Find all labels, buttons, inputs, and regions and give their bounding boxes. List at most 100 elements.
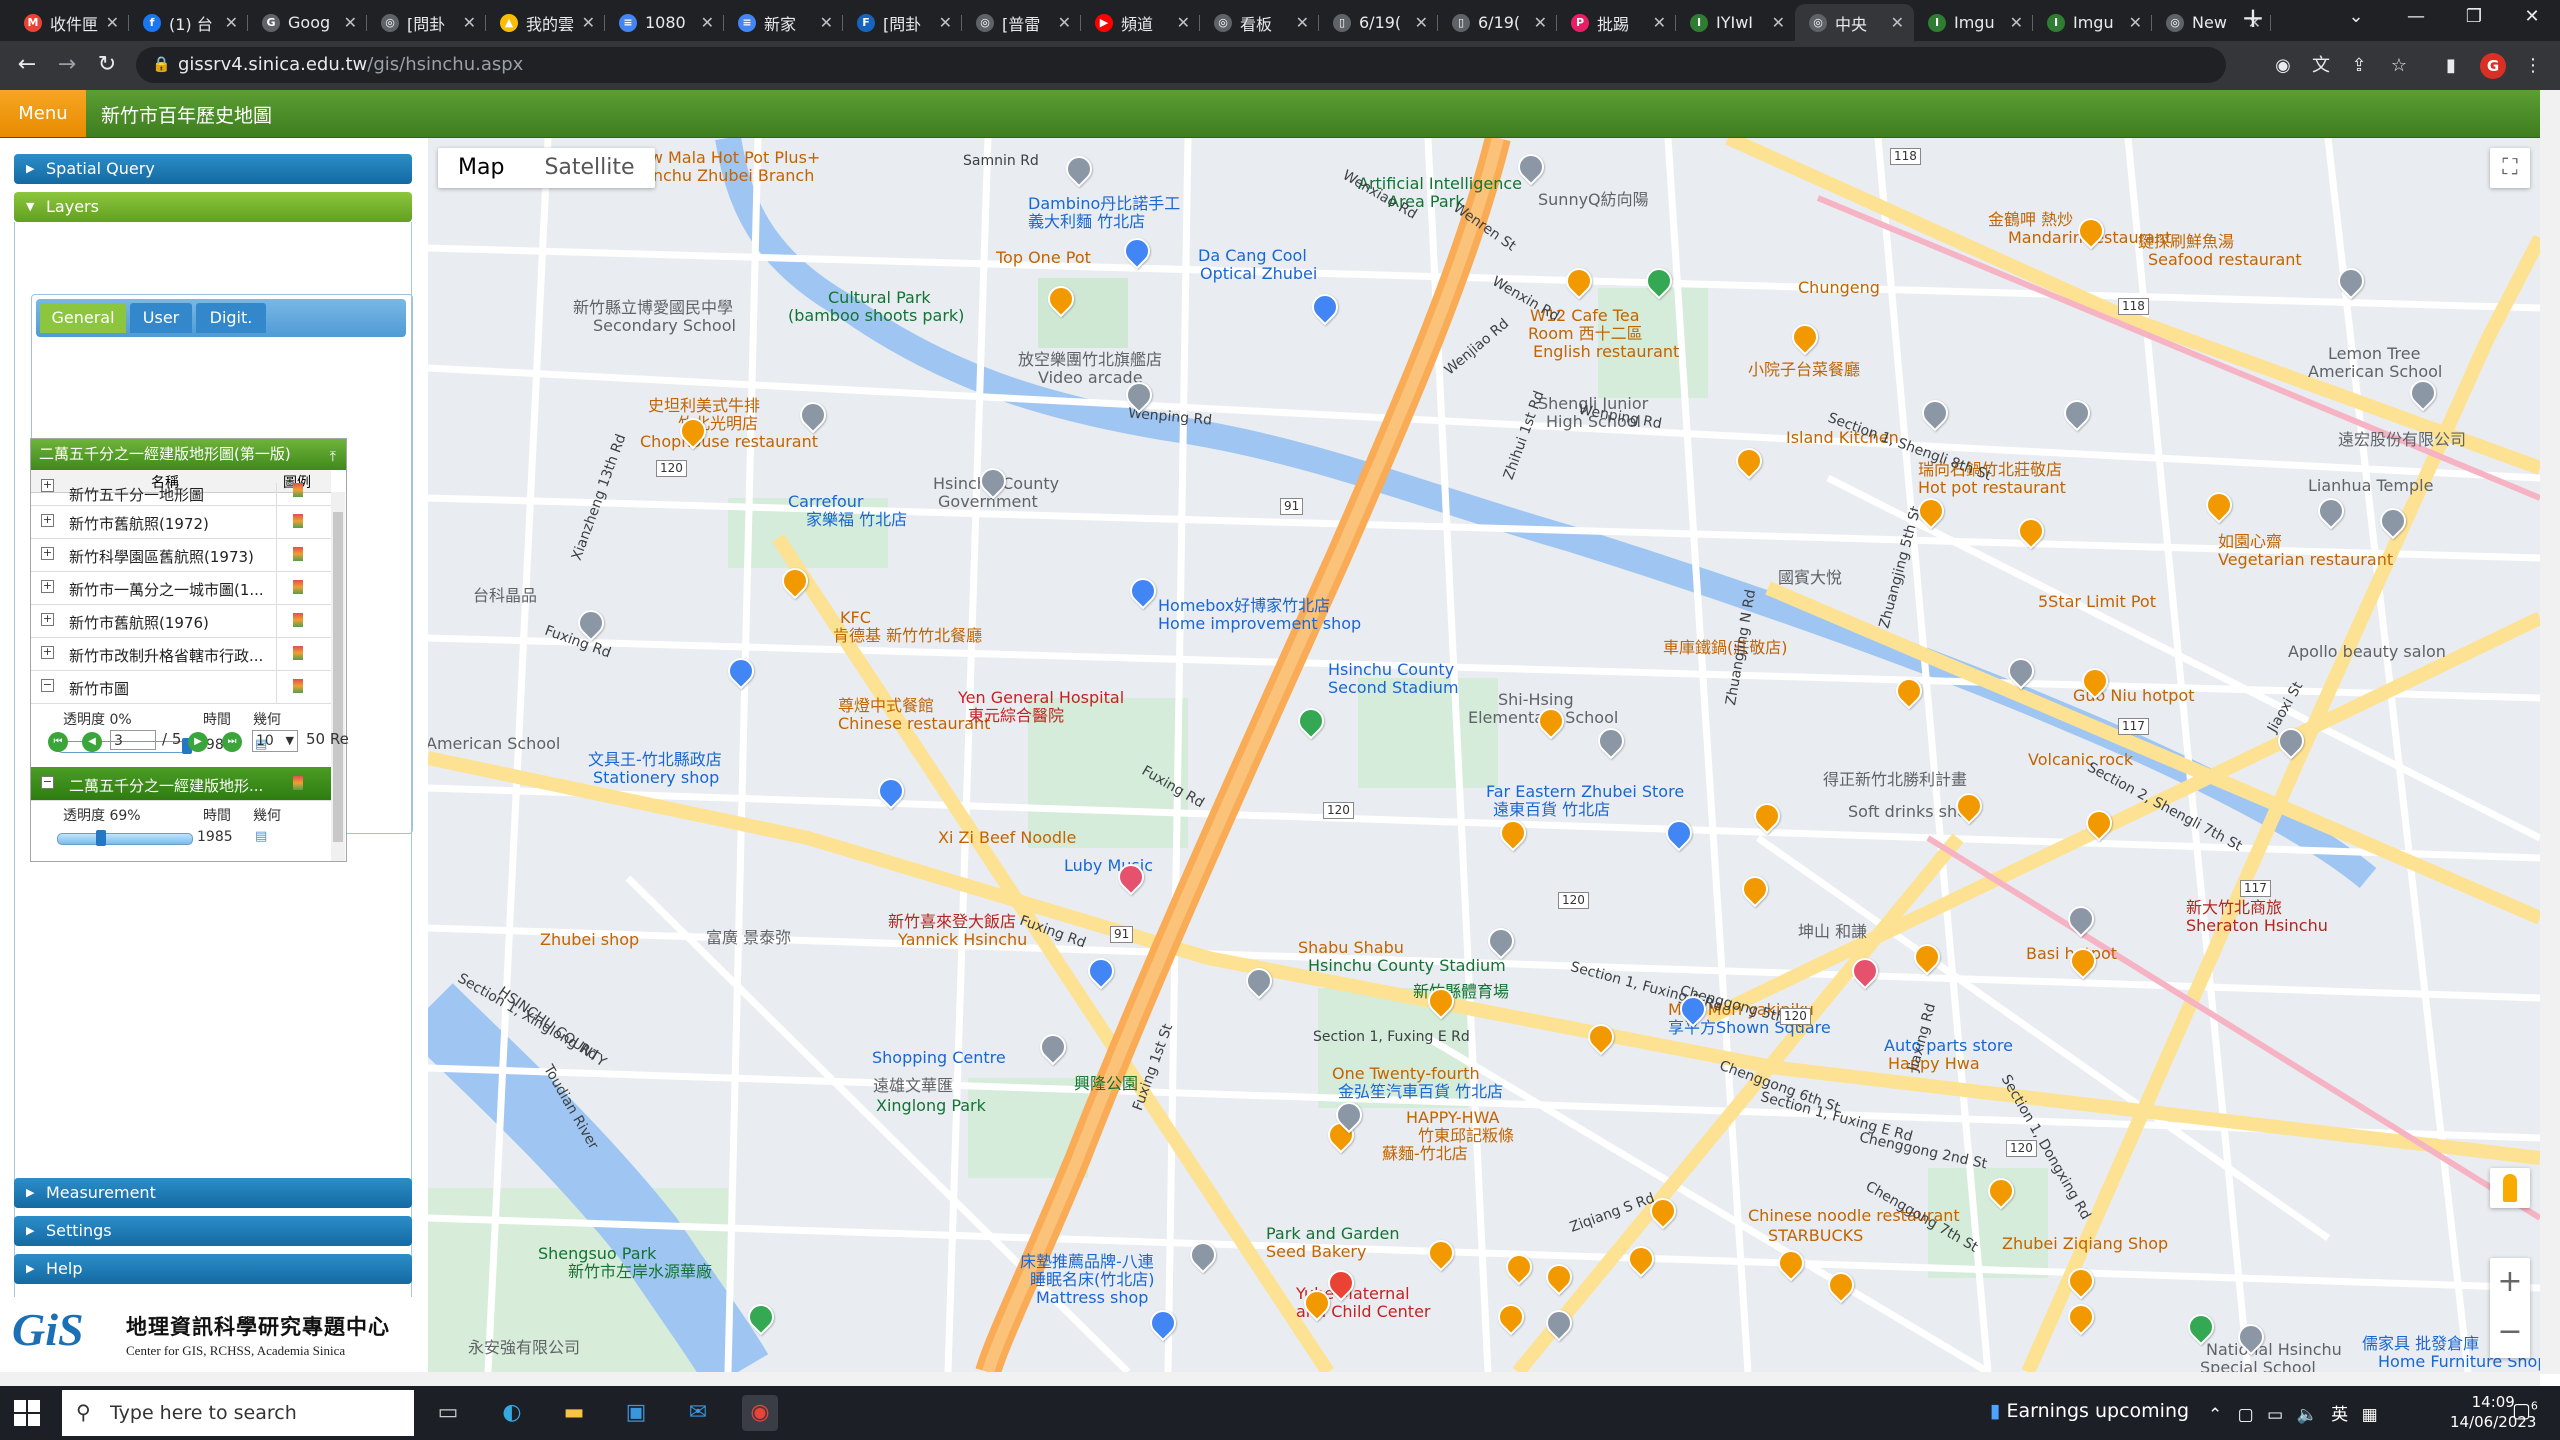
google-lens-icon[interactable]: ◉	[2270, 53, 2296, 79]
map-place-label[interactable]: 尊燈中式餐館	[838, 696, 934, 715]
browser-tab[interactable]: P 批踢 ✕	[1557, 4, 1676, 41]
collapse-row-icon[interactable]: −	[41, 679, 54, 692]
map-place-label[interactable]: 史坦利美式牛排	[648, 396, 760, 415]
browser-tab[interactable]: F [問卦 ✕	[843, 4, 962, 41]
map-place-label[interactable]: 富廣 景泰弥	[706, 928, 791, 947]
close-tab-icon[interactable]: ✕	[463, 13, 476, 32]
map-place-label[interactable]: 車庫鐵鍋(莊敬店)	[1663, 638, 1788, 657]
map-place-label[interactable]: SunnyQ紡向陽	[1538, 190, 1649, 209]
file-explorer-icon[interactable]: ▬	[556, 1395, 592, 1431]
notification-icon[interactable]: ▢6	[2512, 1398, 2538, 1422]
fullscreen-icon[interactable]: ⛶	[2490, 148, 2530, 188]
map-place-label[interactable]: 肯德基 新竹竹北餐廳	[833, 626, 982, 645]
map-place-label[interactable]: Hsinchu County Stadium	[1308, 956, 1506, 975]
map-place-label[interactable]: Chophouse restaurant	[640, 432, 818, 451]
map-canvas[interactable]: New Mala Hot Pot Plus+ Hsinchu Zhubei Bra…	[428, 138, 2540, 1372]
map-place-label[interactable]: 竹東邱記粄條	[1418, 1126, 1514, 1145]
map-place-label[interactable]: 蘇麵-竹北店	[1382, 1144, 1468, 1163]
layer-row[interactable]: − 新竹市圖	[31, 670, 331, 704]
network-icon[interactable]: ▢	[2238, 1405, 2254, 1425]
close-tab-icon[interactable]: ✕	[106, 13, 119, 32]
map-place-label[interactable]: Auto parts store	[1884, 1036, 2013, 1055]
legend-icon[interactable]	[293, 547, 303, 561]
close-tab-icon[interactable]: ✕	[820, 13, 833, 32]
map-place-label[interactable]: Top One Pot	[996, 248, 1091, 267]
map-place-label[interactable]: Cultural Park	[828, 288, 931, 307]
browser-tab[interactable]: f (1) 台 ✕	[129, 4, 248, 41]
expand-icon[interactable]: +	[41, 613, 54, 626]
restore-button[interactable]: ❐	[2454, 6, 2494, 27]
expand-icon[interactable]: +	[41, 646, 54, 659]
layer-row[interactable]: + 新竹市改制升格省轄市行政...	[31, 637, 331, 671]
close-tab-icon[interactable]: ✕	[1058, 13, 1071, 32]
speaker-icon[interactable]: 🔈	[2297, 1405, 2318, 1425]
map-place-label[interactable]: Room 西十二區	[1528, 324, 1643, 343]
map-place-label[interactable]: Shengsuo Park	[538, 1244, 656, 1263]
tab-general[interactable]: General	[40, 303, 126, 333]
map-place-label[interactable]: 台科晶品	[473, 586, 537, 605]
map-place-label[interactable]: Zhubei Ziqiang Shop	[2002, 1234, 2168, 1253]
url-text[interactable]: gissrv4.sinica.edu.tw/gis/hsinchu.aspx	[178, 54, 523, 75]
map-place-label[interactable]: Sheraton Hsinchu	[2186, 916, 2328, 935]
map-place-label[interactable]: 得正新竹北勝利計畫	[1823, 770, 1967, 789]
weather-widget[interactable]: ▮ Earnings upcoming	[1990, 1400, 2189, 1422]
close-tab-icon[interactable]: ✕	[225, 13, 238, 32]
map-place-label[interactable]: Vegetarian restaurant	[2218, 550, 2393, 569]
browser-tab[interactable]: ▲ 我的雲 ✕	[486, 4, 605, 41]
accordion-help[interactable]: ▶ Help	[14, 1254, 412, 1284]
first-page-button[interactable]: ⏮	[48, 732, 68, 752]
keyboard-icon[interactable]: ▦	[2362, 1405, 2378, 1425]
grid-scroll-thumb[interactable]	[333, 512, 343, 842]
map-place-label[interactable]: Park and Garden	[1266, 1224, 1400, 1243]
map-place-label[interactable]: Special School	[2200, 1358, 2316, 1372]
close-tab-icon[interactable]: ✕	[1415, 13, 1428, 32]
map-place-label[interactable]: Happy Hwa	[1888, 1054, 1980, 1073]
map-place-label[interactable]: 國賓大悅	[1778, 568, 1842, 587]
prev-page-button[interactable]: ◀	[82, 732, 102, 752]
map-place-label[interactable]: 如園心齋	[2218, 532, 2282, 551]
tab-digit[interactable]: Digit.	[196, 303, 266, 333]
tab-user[interactable]: User	[130, 303, 192, 333]
task-view-icon[interactable]: ▭	[430, 1395, 466, 1431]
map-place-label[interactable]: 家樂福 竹北店	[806, 510, 907, 529]
map-place-label[interactable]: Homebox好博家竹北店	[1158, 596, 1330, 615]
windows-start-icon[interactable]	[14, 1400, 40, 1426]
page-vertical-scrollbar[interactable]	[2540, 90, 2560, 1374]
browser-tab[interactable]: I IYIwI ✕	[1676, 4, 1795, 41]
zoom-in-button[interactable]: +	[2490, 1258, 2530, 1308]
share-icon[interactable]: ⇪	[2346, 53, 2372, 79]
expand-icon[interactable]: +	[41, 580, 54, 593]
map-place-label[interactable]: Seafood restaurant	[2148, 250, 2302, 269]
browser-tab[interactable]: ▯ 6/19(✕	[1438, 4, 1557, 41]
legend-icon[interactable]	[293, 580, 303, 594]
map-place-label[interactable]: Shabu Shabu	[1298, 938, 1404, 957]
map-place-label[interactable]: 新竹喜來登大飯店	[888, 912, 1016, 931]
browser-tab[interactable]: I Imgu ✕	[2033, 4, 2152, 41]
map-place-label[interactable]: Shi-Hsing	[1498, 690, 1574, 709]
bookmark-star-icon[interactable]: ☆	[2386, 53, 2412, 79]
page-input[interactable]: 3	[110, 730, 156, 750]
map-place-label[interactable]: Hot pot restaurant	[1918, 478, 2066, 497]
map-place-label[interactable]: American School	[2308, 362, 2442, 381]
map-place-label[interactable]: Stationery shop	[593, 768, 719, 787]
map-place-label[interactable]: 儒家具 批發倉庫	[2362, 1334, 2479, 1353]
browser-tab[interactable]: G Goog ✕	[248, 4, 367, 41]
map-place-label[interactable]: National Hsinchu	[2206, 1340, 2342, 1359]
browser-tab[interactable]: ◎ 看板 ✕	[1200, 4, 1319, 41]
forward-icon[interactable]: →	[52, 50, 82, 80]
close-tab-icon[interactable]: ✕	[1772, 13, 1785, 32]
map-place-label[interactable]: 金弘笙汽車百貨 竹北店	[1338, 1082, 1503, 1101]
accordion-spatial-query[interactable]: ▶ Spatial Query	[14, 154, 412, 184]
map-place-label[interactable]: Chungeng	[1798, 278, 1880, 297]
browser-tab[interactable]: ≡ 1080 ✕	[605, 4, 724, 41]
map-place-label[interactable]: 興隆公園	[1074, 1074, 1138, 1093]
translate-icon[interactable]: 文	[2308, 53, 2334, 79]
legend-icon[interactable]	[293, 776, 303, 790]
map-place-label[interactable]: New Mala Hot Pot Plus+	[628, 148, 820, 167]
side-panel-icon[interactable]: ▮	[2438, 53, 2464, 79]
map-place-label[interactable]: 遠雄文華匯	[873, 1076, 953, 1095]
map-place-label[interactable]: 東元綜合醫院	[968, 706, 1064, 725]
map-place-label[interactable]: 床墊推薦品牌-八連	[1020, 1252, 1154, 1271]
map-place-label[interactable]: STARBUCKS	[1768, 1226, 1863, 1245]
chrome-icon[interactable]: ◉	[742, 1395, 778, 1431]
